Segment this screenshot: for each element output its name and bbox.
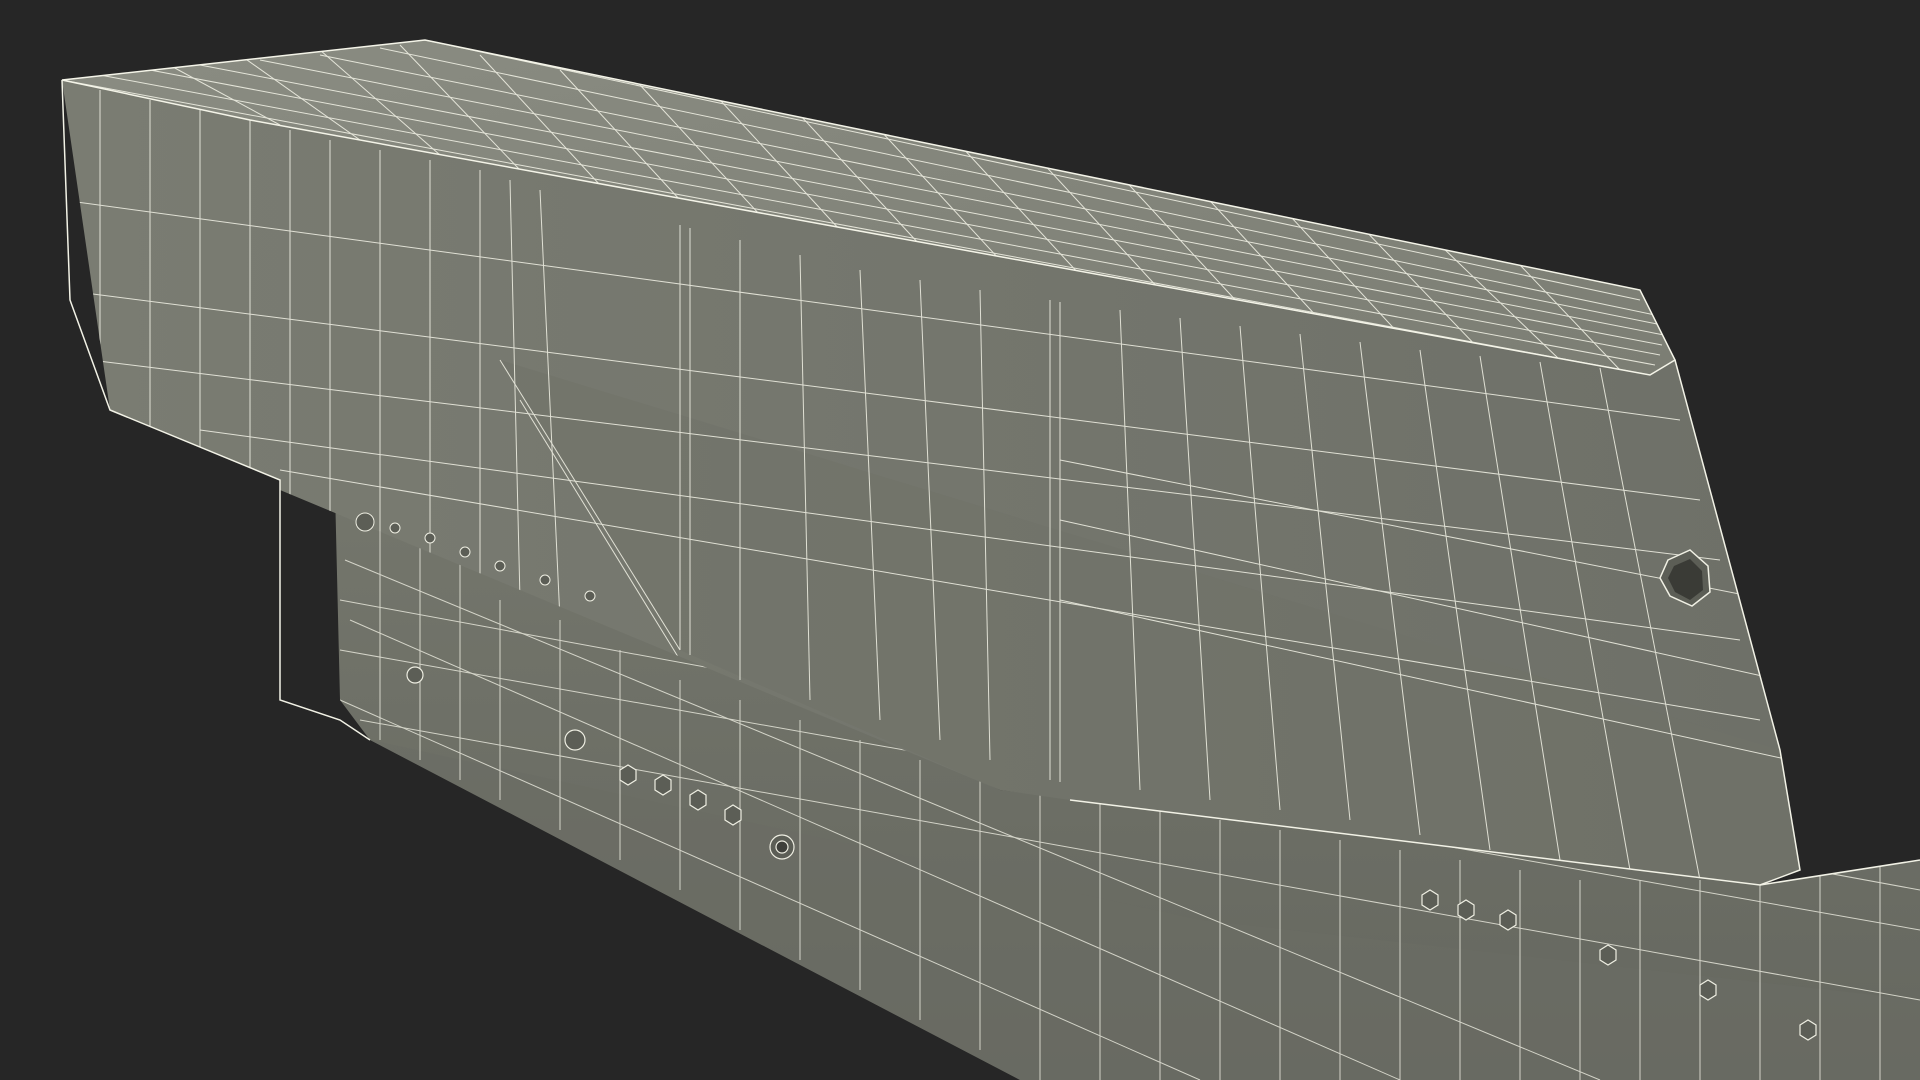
render-viewport: [0, 0, 1920, 1080]
wireframe-render: [61, 39, 1920, 1080]
